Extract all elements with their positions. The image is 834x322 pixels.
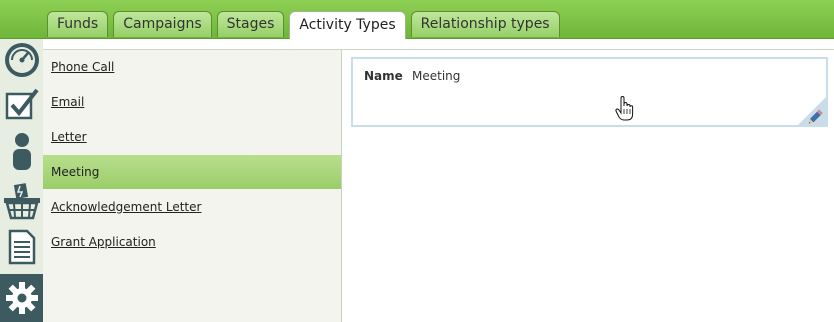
icon-sidebar xyxy=(0,39,43,322)
checklist-icon xyxy=(5,88,39,120)
list-item-meeting[interactable]: Meeting xyxy=(43,155,341,189)
basket-icon xyxy=(3,183,40,220)
list-item-label[interactable]: Letter xyxy=(51,130,87,144)
donations-nav[interactable] xyxy=(0,181,43,221)
list-item-label[interactable]: Email xyxy=(51,95,84,109)
gear-icon xyxy=(5,282,38,314)
reports-nav[interactable] xyxy=(0,227,43,267)
tasks-nav[interactable] xyxy=(0,85,43,125)
settings-nav[interactable] xyxy=(0,274,43,322)
hand-cursor-icon xyxy=(615,96,634,121)
list-item-label[interactable]: Meeting xyxy=(51,165,99,179)
detail-card[interactable]: Name Meeting xyxy=(351,57,828,127)
tab-campaigns[interactable]: Campaigns xyxy=(113,11,212,37)
tab-stages[interactable]: Stages xyxy=(216,11,285,37)
name-value: Meeting xyxy=(412,69,461,83)
tab-strip: Funds Campaigns Stages Activity Types Re… xyxy=(47,11,565,39)
edit-button[interactable] xyxy=(798,97,826,125)
list-item-label[interactable]: Acknowledgement Letter xyxy=(51,200,201,214)
list-item-grant-application[interactable]: Grant Application xyxy=(43,225,341,259)
person-icon xyxy=(12,133,31,170)
list-item-label[interactable]: Grant Application xyxy=(51,235,156,249)
document-icon xyxy=(8,229,35,265)
dashboard-nav[interactable] xyxy=(0,40,43,80)
list-item-acknowledgement-letter[interactable]: Acknowledgement Letter xyxy=(43,190,341,224)
name-label: Name xyxy=(364,69,403,83)
activity-type-list: Phone Call Email Letter Meeting Acknowle… xyxy=(43,50,342,322)
list-item-letter[interactable]: Letter xyxy=(43,120,341,154)
list-item-phone-call[interactable]: Phone Call xyxy=(43,50,341,84)
pencil-icon xyxy=(798,97,826,125)
contacts-nav[interactable] xyxy=(0,131,43,171)
list-item-label[interactable]: Phone Call xyxy=(51,60,114,74)
dashboard-icon xyxy=(4,43,39,77)
top-navigation-bar: Funds Campaigns Stages Activity Types Re… xyxy=(0,0,834,39)
tab-relationship-types[interactable]: Relationship types xyxy=(410,11,560,37)
tab-activity-types[interactable]: Activity Types xyxy=(289,11,406,39)
list-item-email[interactable]: Email xyxy=(43,85,341,119)
tab-funds[interactable]: Funds xyxy=(47,11,109,37)
tab-content-strip xyxy=(43,39,834,50)
